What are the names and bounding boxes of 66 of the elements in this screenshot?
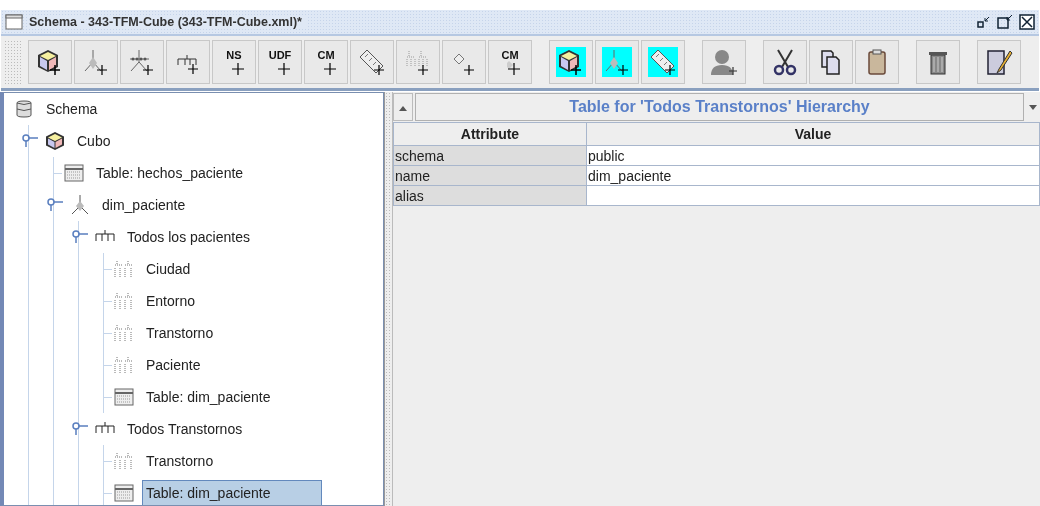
add-button[interactable]: [549, 40, 593, 84]
tree-item[interactable]: Entorno: [142, 288, 200, 314]
axes-add-icon: [602, 47, 632, 77]
expand-handle[interactable]: [21, 134, 39, 148]
add-button[interactable]: [28, 40, 72, 84]
table-icon: [114, 484, 134, 502]
plus-icon: [277, 61, 291, 75]
tree-item[interactable]: Schema: [42, 96, 102, 122]
tree-item[interactable]: Transtorno: [142, 320, 218, 346]
column-header[interactable]: Attribute: [393, 122, 587, 146]
expand-handle[interactable]: [46, 198, 64, 212]
tree-item[interactable]: Table: dim_paciente: [142, 384, 275, 410]
axes-icon: [70, 194, 90, 216]
add-button[interactable]: CM: [304, 40, 348, 84]
table-cell: name: [393, 165, 587, 186]
tree-item[interactable]: Ciudad: [142, 256, 195, 282]
table-icon: [64, 164, 84, 182]
add-button[interactable]: [641, 40, 685, 84]
add-button[interactable]: [350, 40, 394, 84]
close-icon[interactable]: [1019, 14, 1035, 30]
minimize-icon[interactable]: [977, 15, 991, 29]
table-cell: dim_paciente: [586, 165, 1040, 186]
level-icon: [113, 452, 135, 470]
tree-item[interactable]: Paciente: [142, 352, 205, 378]
ruler-add-icon: [648, 47, 678, 77]
table-cell: public: [586, 145, 1040, 166]
level-icon: [113, 356, 135, 374]
maximize-icon[interactable]: [997, 14, 1013, 30]
level-icon: [113, 324, 135, 342]
database-icon: [16, 100, 32, 118]
delete-button[interactable]: [916, 40, 960, 84]
tree-item[interactable]: Transtorno: [142, 448, 218, 474]
down-arrow-icon: [1028, 103, 1038, 112]
column-header[interactable]: Value: [586, 122, 1040, 146]
table-cell: alias: [393, 185, 587, 206]
level-icon: [113, 260, 135, 278]
person-add-icon: [709, 47, 739, 77]
cube-add-icon: [556, 47, 586, 77]
cut-button[interactable]: [763, 40, 807, 84]
plus-icon: [231, 61, 245, 75]
edit-button[interactable]: [977, 40, 1021, 84]
paste-button[interactable]: [855, 40, 899, 84]
expand-handle[interactable]: [71, 230, 89, 244]
expand-handle[interactable]: [71, 422, 89, 436]
add-button[interactable]: UDF: [258, 40, 302, 84]
cube-icon: [45, 131, 65, 151]
add-button[interactable]: CM: [488, 40, 532, 84]
ruler-add-icon: [357, 47, 387, 77]
add-button[interactable]: NS: [212, 40, 256, 84]
level-icon: [113, 292, 135, 310]
table-icon: [114, 388, 134, 406]
tree-item[interactable]: Todos Transtornos: [123, 416, 247, 442]
edit-icon: [984, 47, 1014, 77]
plus-icon: [507, 61, 521, 75]
window-icon: [5, 14, 23, 30]
copy-button[interactable]: [809, 40, 853, 84]
panel-title: Table for 'Todos Transtornos' Hierarchy: [415, 93, 1024, 121]
tree-item[interactable]: Table: dim_paciente: [142, 480, 322, 505]
collapse-button[interactable]: [393, 93, 413, 121]
table-cell: schema: [393, 145, 587, 166]
tree-item[interactable]: Table: hechos_paciente: [92, 160, 248, 186]
tree-item[interactable]: Todos los pacientes: [123, 224, 254, 250]
plus-icon: [323, 61, 337, 75]
tree-item[interactable]: Cubo: [73, 128, 115, 154]
window-title: Schema - 343-TFM-Cube (343-TFM-Cube.xml)*: [29, 15, 308, 29]
tree-item[interactable]: dim_paciente: [98, 192, 190, 218]
